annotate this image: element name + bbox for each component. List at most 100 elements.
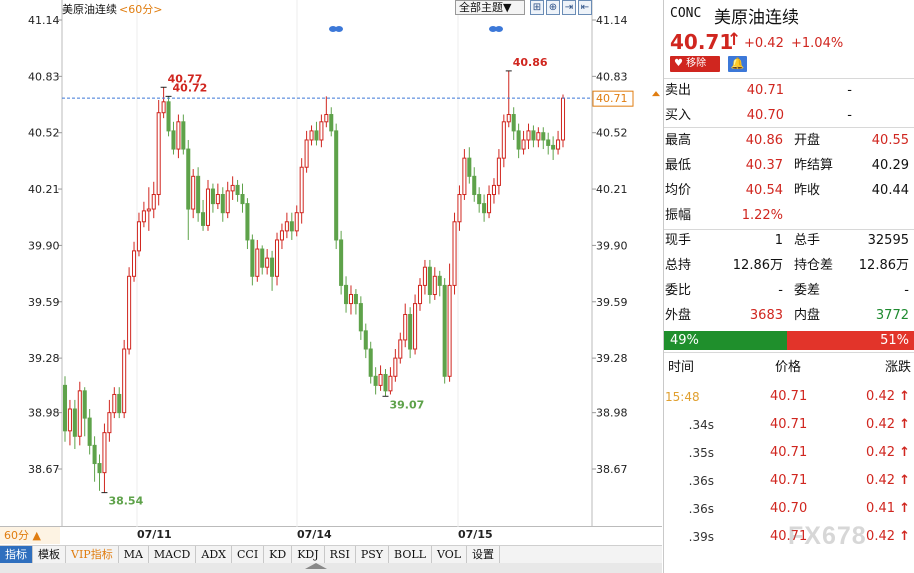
candle-up xyxy=(161,101,166,114)
stat-value: 40.86 xyxy=(745,133,783,148)
stat-label: 最低 xyxy=(665,158,692,173)
tick-change: 0.42 xyxy=(866,417,895,432)
extreme-label: 40.72 xyxy=(173,81,208,94)
candle-down xyxy=(201,212,206,226)
candle-up xyxy=(309,130,314,141)
candle-down xyxy=(166,101,171,132)
tab-rsi[interactable]: RSI xyxy=(325,546,356,563)
tick-price: 40.71 xyxy=(770,445,808,460)
y-tick-label: 39.59 xyxy=(596,296,628,309)
candle-down xyxy=(181,121,186,150)
stat-value: 40.37 xyxy=(745,158,783,173)
symbol-name: 美原油连续 xyxy=(714,8,799,28)
tick-row: .34s 40.71 0.42 ↑ xyxy=(664,411,914,439)
last-price-tag: 40.71 xyxy=(596,92,628,105)
extreme-label: 40.86 xyxy=(513,56,548,69)
candle-down xyxy=(477,194,482,205)
candle-up xyxy=(521,139,526,150)
up-arrow-icon: ↑ xyxy=(727,30,742,50)
remove-label: 移除 xyxy=(686,58,707,69)
candle-down xyxy=(270,257,275,277)
tab-adx[interactable]: ADX xyxy=(196,546,232,563)
symbol-code: CONC xyxy=(670,6,702,21)
scroll-strip[interactable] xyxy=(0,563,662,573)
candle-up xyxy=(225,190,230,214)
tick-row: .36s 40.70 0.41 ↑ xyxy=(664,495,914,523)
stat-label: 持仓差 xyxy=(794,258,834,273)
stat-label: 振幅 xyxy=(665,208,692,223)
candle-down xyxy=(186,148,191,210)
candle-down xyxy=(363,330,368,350)
extreme-label: 38.54 xyxy=(108,495,143,508)
candlestick-chart[interactable]: 41.14 41.14 40.83 40.83 40.52 40.52 40.21 40.21… xyxy=(0,0,662,527)
candle-down xyxy=(82,390,87,419)
stat-label: 总手 xyxy=(794,233,821,248)
candle-down xyxy=(62,384,68,432)
tick-table-header: 时间 价格 涨跌 xyxy=(664,355,914,381)
candle-down xyxy=(220,194,225,214)
remove-watchlist-button[interactable]: ♥ 移除 xyxy=(670,56,720,72)
y-tick-label: 39.28 xyxy=(28,352,60,365)
alert-bell-icon[interactable]: 🔔 xyxy=(728,56,747,72)
tab-ma[interactable]: MA xyxy=(119,546,149,563)
y-tick-label: 39.59 xyxy=(28,296,60,309)
candle-down xyxy=(427,266,432,295)
candle-up xyxy=(136,221,141,252)
candle-up xyxy=(122,348,127,414)
candle-down xyxy=(368,348,373,377)
tab-macd[interactable]: MACD xyxy=(149,546,197,563)
tab-boll[interactable]: BOLL xyxy=(389,546,432,563)
stat-label: 内盘 xyxy=(794,308,821,323)
candle-down xyxy=(196,175,201,214)
stat-row: 现手 1 总手 32595 xyxy=(664,228,914,253)
candle-down xyxy=(289,221,294,232)
candle-up xyxy=(205,188,211,226)
tab-cci[interactable]: CCI xyxy=(232,546,265,563)
candle-up xyxy=(388,375,393,392)
theme-dropdown[interactable]: 全部主题▼ xyxy=(455,0,525,15)
tick-price: 40.71 xyxy=(770,389,808,404)
sell-ratio: 51% xyxy=(786,331,914,350)
tab-template[interactable]: 模板 xyxy=(33,546,66,563)
candle-down xyxy=(551,144,556,150)
candle-up xyxy=(107,412,112,434)
y-tick-label: 38.98 xyxy=(28,407,60,420)
candle-down xyxy=(334,130,339,241)
enter-icon[interactable]: ⇥ xyxy=(562,0,576,15)
candle-down xyxy=(531,130,536,141)
candle-down xyxy=(210,188,215,205)
y-tick-label: 38.67 xyxy=(28,463,60,476)
candle-up xyxy=(348,293,354,305)
y-tick-label: 38.98 xyxy=(596,407,628,420)
candle-up xyxy=(393,357,398,377)
last-price-marker-icon xyxy=(652,91,660,97)
candle-down xyxy=(260,248,265,268)
tab-vol[interactable]: VOL xyxy=(432,546,468,563)
date-label: 07/14 xyxy=(297,528,332,541)
chart-area[interactable]: 41.14 41.14 40.83 40.83 40.52 40.52 40.21 40.21… xyxy=(0,0,662,544)
scroll-handle-icon[interactable] xyxy=(305,563,327,569)
candle-up xyxy=(151,194,156,210)
zoom-in-icon[interactable]: ⊕ xyxy=(546,0,560,15)
tick-price: 40.70 xyxy=(770,501,808,516)
heart-icon: ♥ xyxy=(674,58,683,69)
tab-kdj[interactable]: KDJ xyxy=(292,546,325,563)
candle-down xyxy=(472,175,477,196)
tab-indicator[interactable]: 指标 xyxy=(0,546,33,563)
candle-up xyxy=(127,275,132,350)
tab-settings[interactable]: 设置 xyxy=(467,546,501,563)
candle-down xyxy=(353,293,358,305)
tab-psy[interactable]: PSY xyxy=(356,546,390,563)
stat-value: 1.22% xyxy=(741,208,783,223)
exit-icon[interactable]: ⇤ xyxy=(578,0,592,15)
grid-icon[interactable]: ⊞ xyxy=(530,0,544,15)
candle-up xyxy=(324,114,329,123)
tick-change: 0.42 xyxy=(866,389,895,404)
tab-kd[interactable]: KD xyxy=(264,546,293,563)
candle-down xyxy=(344,284,349,305)
stat-row: 最高 40.86 开盘 40.55 xyxy=(664,128,914,153)
period-button[interactable]: 60分 ▲ xyxy=(0,527,60,544)
candle-up xyxy=(403,313,408,341)
tab-vip-indicator[interactable]: VIP指标 xyxy=(66,546,119,563)
tick-change: 0.42 xyxy=(866,529,895,544)
